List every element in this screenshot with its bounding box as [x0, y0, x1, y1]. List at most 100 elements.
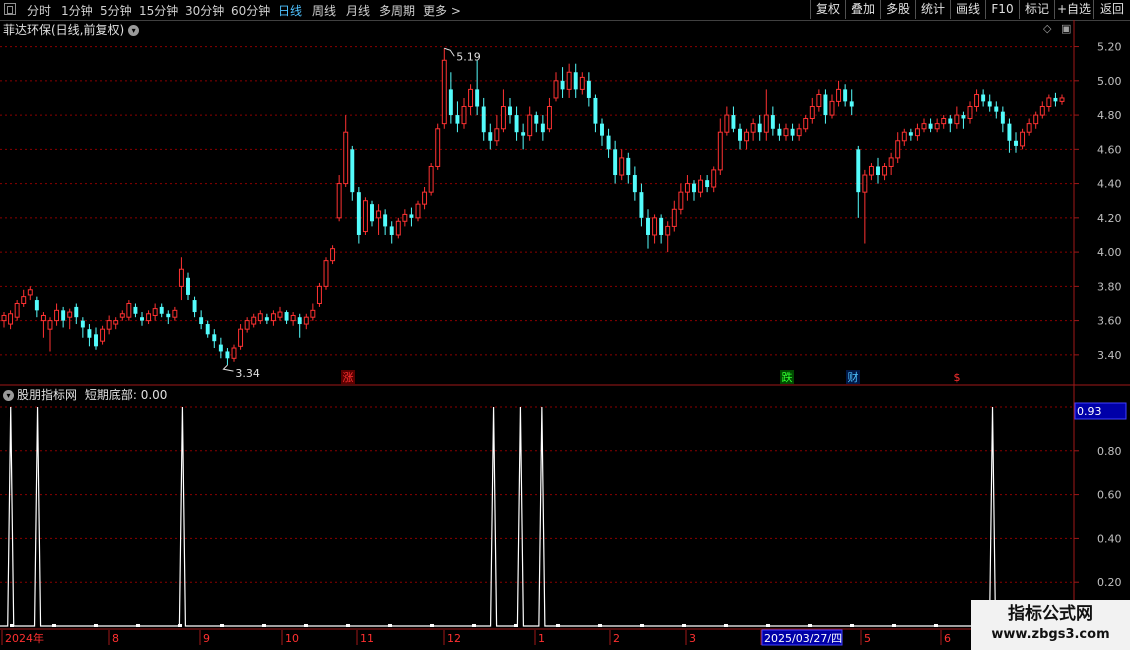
indicator-marker: [598, 624, 602, 627]
candle-body: [383, 214, 388, 227]
indicator-marker: [304, 624, 308, 627]
indicator-value-badge: [1074, 402, 1127, 420]
statistics-button[interactable]: 统计: [915, 0, 950, 19]
period-monthly[interactable]: 月线: [346, 2, 370, 19]
candle-body: [323, 260, 329, 287]
chevron-down-icon[interactable]: ▾: [128, 25, 140, 36]
candle-body: [119, 313, 125, 318]
overlay-button[interactable]: 叠加: [845, 0, 880, 19]
price-tick-label: 3.40: [1097, 349, 1122, 362]
indicator-marker: [52, 624, 56, 627]
period-30min[interactable]: 30分钟: [185, 2, 224, 19]
candle-body: [901, 131, 907, 142]
candle-body: [619, 157, 625, 176]
candle-body: [553, 80, 559, 99]
candle-body: [540, 123, 545, 133]
candle-body: [152, 308, 158, 316]
indicator-marker: [94, 624, 98, 627]
period-multi[interactable]: 多周期: [379, 2, 415, 19]
period-60min[interactable]: 60分钟: [231, 2, 270, 19]
candle-body: [763, 114, 769, 133]
indicator-tick-label: 0.60: [1097, 489, 1122, 502]
candle-body: [895, 140, 901, 159]
event-marker-label: 财: [848, 370, 859, 384]
candle-body: [441, 59, 447, 125]
candle-body: [8, 313, 14, 325]
period-daily[interactable]: 日线: [278, 2, 302, 19]
window-icon[interactable]: [4, 3, 16, 15]
indicator-marker: [262, 624, 266, 627]
indicator-marker: [640, 624, 644, 627]
candle-body: [225, 351, 230, 359]
add-watchlist-button[interactable]: +自选: [1054, 0, 1093, 19]
price-axis: 5.20 5.00 4.80 4.60 4.40 4.20 4.00 3.80 3.60 3.40…: [1074, 41, 1127, 589]
price-tick-label: 4.60: [1097, 143, 1122, 156]
period-5min[interactable]: 5分钟: [100, 2, 132, 19]
price-tick-label: 4.40: [1097, 178, 1122, 191]
low-label: 3.34: [235, 367, 260, 380]
candle-body: [981, 94, 986, 102]
fuquan-button[interactable]: 复权: [810, 0, 845, 19]
candle-body: [882, 165, 888, 176]
back-button[interactable]: 返回: [1093, 0, 1130, 19]
candle-body: [205, 324, 210, 335]
candle-body: [705, 180, 710, 188]
candle-body: [455, 115, 460, 124]
candle-body: [461, 106, 467, 125]
indicator-marker: [808, 624, 812, 627]
multi-stock-button[interactable]: 多股: [880, 0, 915, 19]
candle-body: [744, 131, 750, 142]
candle-body: [967, 106, 973, 120]
period-1min[interactable]: 1分钟: [61, 2, 93, 19]
stock-chart[interactable]: 5.20 5.00 4.80 4.60 4.40 4.20 4.00 3.80 3.60 3.40…: [0, 0, 1130, 650]
price-tick-label: 4.00: [1097, 246, 1122, 259]
diamond-icon[interactable]: ◇: [1043, 22, 1051, 35]
candle-body: [1026, 123, 1032, 133]
mark-button[interactable]: 标记: [1019, 0, 1054, 19]
candle-body: [783, 128, 789, 137]
draw-line-button[interactable]: 画线: [950, 0, 985, 19]
candle-body: [823, 94, 828, 116]
indicator-tick-label: 1.00: [1097, 401, 1122, 414]
candle-body: [284, 312, 289, 321]
candle-body: [1007, 123, 1012, 141]
candle-body: [468, 88, 474, 108]
candle-body: [573, 72, 578, 90]
stock-title: 菲达环保(日线,前复权): [3, 23, 125, 37]
candle-body: [395, 220, 401, 236]
period-15min[interactable]: 15分钟: [139, 2, 178, 19]
candle-body: [14, 302, 20, 318]
time-label: 6: [944, 632, 951, 645]
event-marker-bg: [950, 370, 964, 384]
candle-body: [370, 204, 374, 222]
candle-body: [218, 344, 223, 352]
candle-body: [961, 115, 966, 119]
candle-body: [27, 289, 33, 296]
indicator-marker: [682, 624, 686, 627]
indicator-marker: [556, 624, 560, 627]
candle-body: [54, 309, 60, 322]
chart-title: 菲达环保(日线,前复权) ▾: [0, 21, 140, 37]
indicator-tick-label: 0.20: [1097, 576, 1122, 589]
time-label: 10: [285, 632, 299, 645]
indicator-field: 短期底部: 0.00: [84, 388, 168, 402]
candle-body: [238, 328, 244, 347]
indicator-value-badge-text: 0.93: [1077, 405, 1102, 418]
period-more[interactable]: 更多 >: [423, 2, 461, 19]
candle-body: [402, 213, 408, 222]
panel-toggle-icon[interactable]: ▣: [1061, 22, 1071, 35]
candle-body: [257, 313, 263, 322]
candle-body: [639, 192, 644, 218]
period-weekly[interactable]: 周线: [312, 2, 336, 19]
candle-body: [921, 123, 927, 130]
chevron-down-icon[interactable]: ▾: [3, 390, 14, 401]
period-fenshi[interactable]: 分时: [27, 2, 51, 19]
f10-button[interactable]: F10: [985, 0, 1019, 19]
candle-body: [316, 285, 322, 304]
candle-body: [987, 101, 992, 107]
candle-body: [1033, 114, 1039, 125]
candle-body: [74, 306, 79, 318]
candle-body: [140, 317, 144, 321]
candle-body: [586, 80, 591, 98]
candle-body: [448, 89, 453, 116]
